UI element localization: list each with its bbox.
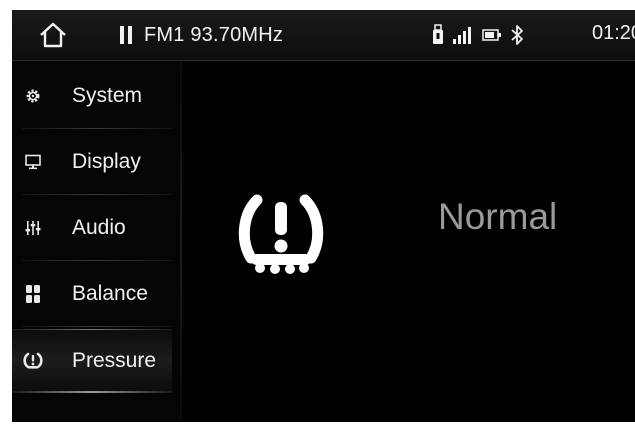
signal-bars-icon <box>453 27 471 44</box>
sidebar-item-display[interactable]: Display <box>12 129 172 195</box>
sidebar-item-system[interactable]: System <box>12 63 172 129</box>
status-icons <box>432 23 524 47</box>
usb-icon <box>433 24 443 44</box>
radio-station-text: FM1 93.70MHz <box>144 23 284 46</box>
sidebar-item-label: Pressure <box>72 349 157 372</box>
bluetooth-icon <box>511 25 523 45</box>
home-icon <box>40 22 66 48</box>
pause-icon[interactable] <box>120 26 132 44</box>
sidebar-item-label: System <box>72 84 143 107</box>
clock: 01:20 <box>592 22 635 44</box>
sidebar-menu: System Display Audio Balance Pressure <box>12 61 180 422</box>
battery-icon <box>482 29 501 41</box>
gear-icon <box>23 86 43 106</box>
pressure-panel: Normal <box>182 61 635 422</box>
balance-icon <box>23 284 43 304</box>
head-unit-screen: FM1 93.70MHz 01:20 <box>12 10 635 422</box>
sidebar-item-label: Audio <box>72 216 126 239</box>
now-playing[interactable]: FM1 93.70MHz <box>120 22 283 48</box>
tire-pressure-warning-icon <box>238 194 324 274</box>
tire-pressure-icon <box>23 351 43 371</box>
equalizer-icon <box>23 218 43 238</box>
pressure-status-text: Normal <box>438 196 558 237</box>
sidebar-item-audio[interactable]: Audio <box>12 195 172 261</box>
sidebar-item-label: Balance <box>72 282 148 305</box>
status-bar: FM1 93.70MHz 01:20 <box>12 10 635 61</box>
monitor-icon <box>23 152 43 172</box>
sidebar-item-label: Display <box>72 150 141 173</box>
sidebar-item-pressure[interactable]: Pressure <box>12 329 172 393</box>
home-button[interactable] <box>38 22 68 48</box>
sidebar-item-balance[interactable]: Balance <box>12 261 172 327</box>
menu-divider <box>22 326 172 327</box>
